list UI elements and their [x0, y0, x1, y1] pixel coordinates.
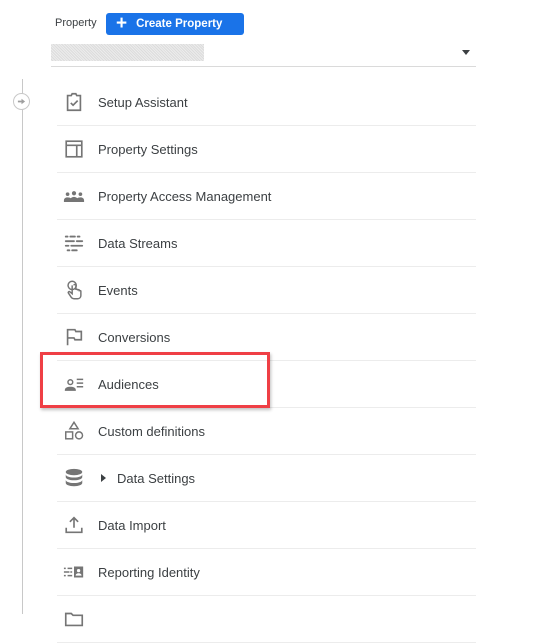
touch-hand-icon	[63, 279, 85, 301]
arrow-right-icon	[17, 98, 26, 105]
menu-item-data-streams[interactable]: Data Streams	[57, 220, 476, 267]
database-icon	[63, 467, 85, 489]
menu-item-setup-assistant[interactable]: Setup Assistant	[57, 79, 476, 126]
menu-item-label: Custom definitions	[98, 423, 205, 439]
menu-item-label: Events	[98, 282, 138, 298]
menu-item-property-access-management[interactable]: Property Access Management	[57, 173, 476, 220]
timeline-line	[22, 79, 23, 614]
menu-item-label: Property Settings	[98, 141, 198, 157]
menu-item-label: Audiences	[98, 376, 159, 392]
menu-item-events[interactable]: Events	[57, 267, 476, 314]
data-streams-icon	[63, 232, 85, 254]
menu-item-data-import[interactable]: Data Import	[57, 502, 476, 549]
flag-icon	[63, 326, 85, 348]
dropdown-caret-icon	[462, 50, 470, 55]
menu-item-label: Conversions	[98, 329, 171, 345]
create-property-label: Create Property	[136, 18, 223, 30]
audience-list-icon	[63, 373, 85, 395]
menu-item-label: Data Streams	[98, 235, 178, 251]
menu-item-partial[interactable]	[57, 596, 476, 643]
upload-icon	[63, 514, 85, 536]
menu-item-label: Setup Assistant	[98, 94, 188, 110]
reporting-identity-icon	[63, 561, 85, 583]
property-label: Property	[55, 17, 97, 29]
property-selector[interactable]	[51, 44, 476, 67]
menu-item-label: Data Import	[98, 517, 166, 533]
menu-item-label: Reporting Identity	[98, 564, 200, 580]
menu-item-label: Property Access Management	[98, 188, 272, 204]
menu-item-label: Data Settings	[117, 470, 196, 486]
clipboard-check-icon	[63, 91, 85, 113]
folder-icon	[63, 608, 85, 630]
plus-icon: +	[116, 12, 128, 34]
expand-triangle-icon[interactable]	[101, 474, 106, 482]
shapes-icon	[63, 420, 85, 442]
menu-item-reporting-identity[interactable]: Reporting Identity	[57, 549, 476, 596]
menu-item-data-settings[interactable]: Data Settings	[57, 455, 476, 502]
property-selector-value	[51, 44, 204, 61]
create-property-button[interactable]: + Create Property	[106, 13, 244, 35]
layout-panel-icon	[63, 138, 85, 160]
menu-item-conversions[interactable]: Conversions	[57, 314, 476, 361]
collapse-toggle[interactable]	[13, 93, 30, 110]
menu-item-audiences[interactable]: Audiences	[57, 361, 476, 408]
menu-item-custom-definitions[interactable]: Custom definitions	[57, 408, 476, 455]
property-menu: Setup Assistant Property Settings Proper…	[57, 79, 476, 643]
people-group-icon	[63, 185, 85, 207]
menu-item-property-settings[interactable]: Property Settings	[57, 126, 476, 173]
